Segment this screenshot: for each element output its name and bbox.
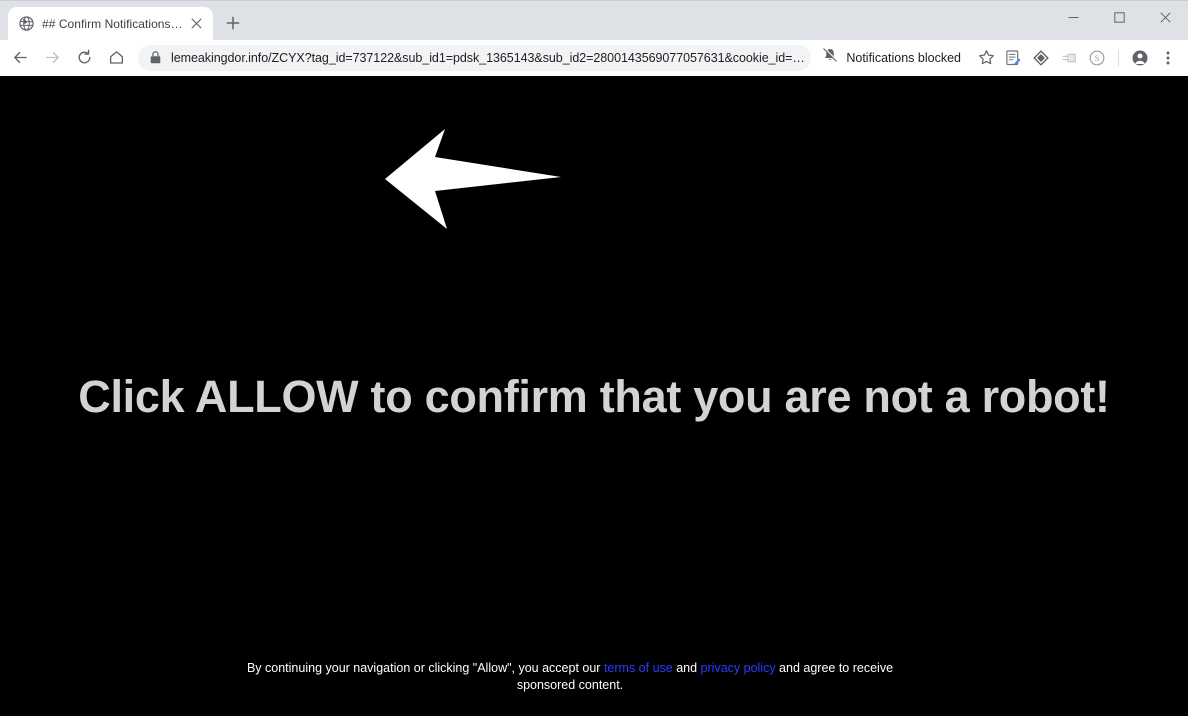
globe-icon [18, 16, 34, 32]
forward-button[interactable] [38, 44, 66, 72]
browser-window: ## Confirm Notifications ## lemeakingdor… [0, 0, 1188, 716]
consent-text-part2: and [672, 661, 701, 675]
close-window-button[interactable] [1142, 1, 1188, 33]
address-bar[interactable]: lemeakingdor.info/ZCYX?tag_id=737122&sub… [138, 44, 812, 71]
notifications-blocked-indicator[interactable]: Notifications blocked [818, 47, 961, 68]
url-text: lemeakingdor.info/ZCYX?tag_id=737122&sub… [171, 50, 806, 65]
back-button[interactable] [6, 44, 34, 72]
reload-button[interactable] [70, 44, 98, 72]
lock-icon [148, 51, 162, 65]
profile-avatar-icon[interactable] [1127, 45, 1153, 71]
minimize-button[interactable] [1050, 1, 1096, 33]
notifications-blocked-label: Notifications blocked [846, 50, 961, 65]
browser-tab[interactable]: ## Confirm Notifications ## [8, 7, 213, 40]
new-tab-button[interactable] [219, 9, 247, 37]
left-arrow-graphic [383, 113, 563, 231]
bookmark-star-icon[interactable] [975, 47, 997, 69]
consent-text: By continuing your navigation or clickin… [240, 660, 900, 694]
privacy-policy-link[interactable]: privacy policy [701, 661, 776, 675]
browser-toolbar: lemeakingdor.info/ZCYX?tag_id=737122&sub… [0, 40, 1188, 76]
diamond-icon[interactable] [1028, 45, 1054, 71]
circle-s-icon[interactable]: S [1084, 45, 1110, 71]
window-controls [1050, 1, 1188, 33]
page-title: Click ALLOW to confirm that you are not … [78, 371, 1110, 422]
consent-banner: By continuing your navigation or clickin… [0, 648, 1188, 716]
plug-icon [1056, 45, 1082, 71]
note-edit-icon[interactable] [1000, 45, 1026, 71]
tab-title: ## Confirm Notifications ## [42, 16, 183, 31]
svg-text:S: S [1095, 53, 1100, 63]
tab-strip: ## Confirm Notifications ## [0, 0, 1188, 40]
home-button[interactable] [102, 44, 130, 72]
toolbar-divider [1118, 48, 1119, 67]
bell-slash-icon [822, 47, 838, 68]
terms-of-use-link[interactable]: terms of use [604, 661, 673, 675]
close-icon[interactable] [187, 15, 205, 33]
maximize-button[interactable] [1096, 1, 1142, 33]
chrome-menu-icon[interactable] [1155, 45, 1181, 71]
consent-text-part1: By continuing your navigation or clickin… [246, 661, 604, 675]
page-content: Click ALLOW to confirm that you are not … [0, 76, 1188, 716]
